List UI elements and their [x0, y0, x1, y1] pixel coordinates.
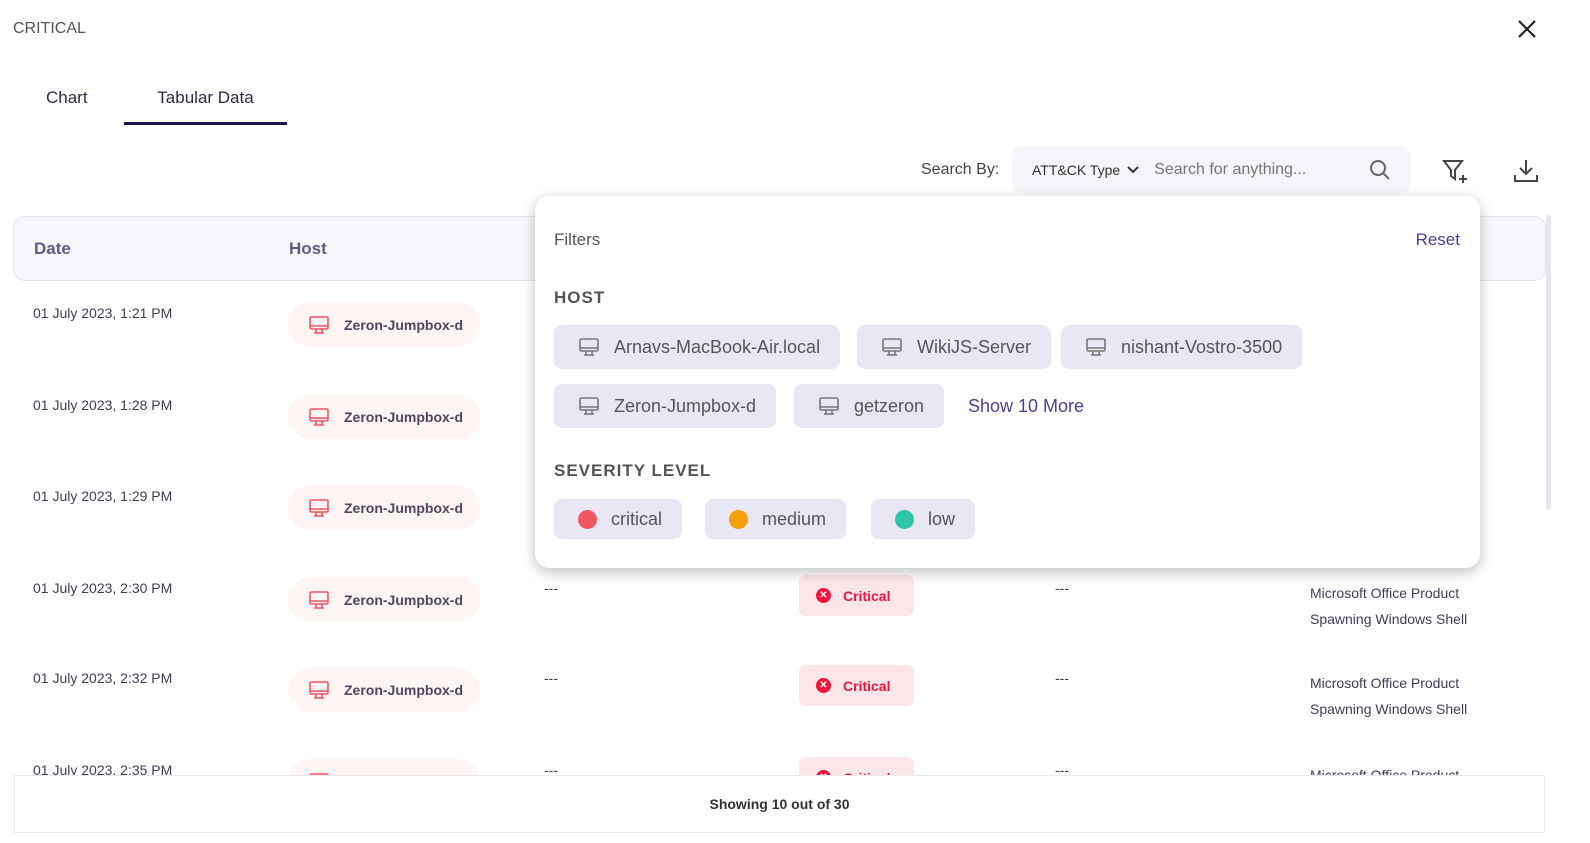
severity-dot-icon — [729, 509, 748, 529]
severity-badge: ✕ Critical — [799, 575, 914, 616]
monitor-icon — [309, 407, 329, 426]
host-filter-label: Zeron-Jumpbox-d — [614, 395, 757, 416]
date-cell: 01 July 2023, 1:28 PM — [33, 397, 173, 413]
severity-filter-label: critical — [611, 508, 663, 529]
search-input[interactable] — [1154, 161, 1355, 179]
monitor-icon — [579, 397, 599, 415]
rule-line: Spawning Windows Shell — [1310, 701, 1468, 717]
filter-add-icon[interactable] — [1442, 158, 1470, 184]
host-filter-chip[interactable]: getzeron — [794, 384, 945, 428]
severity-filter-chip[interactable]: medium — [705, 499, 847, 539]
host-pill[interactable]: Zeron-Jumpbox-d — [288, 667, 480, 712]
column-header-date[interactable]: Date — [34, 239, 71, 259]
search-icon[interactable] — [1368, 158, 1392, 182]
tab-tabular-data[interactable]: Tabular Data — [124, 88, 287, 125]
host-filter-chip[interactable]: nishant-Vostro-3500 — [1061, 325, 1303, 369]
download-icon[interactable] — [1513, 158, 1539, 184]
search-type-label: ATT&CK Type — [1032, 162, 1121, 178]
filters-popup: Filters Reset HOST Arnavs-MacBook-Air.lo… — [535, 196, 1480, 568]
dialog-title: CRITICAL — [13, 20, 86, 37]
host-filter-chip[interactable]: Arnavs-MacBook-Air.local — [554, 325, 841, 369]
showing-count: Showing 10 out of 30 — [709, 796, 850, 812]
monitor-icon — [309, 680, 329, 699]
monitor-icon — [309, 498, 329, 517]
severity-label: Critical — [843, 587, 891, 604]
rule-line: Microsoft Office Product — [1310, 675, 1460, 691]
cell-value: --- — [544, 670, 558, 686]
filters-title: Filters — [554, 230, 601, 249]
monitor-icon — [819, 397, 839, 415]
cell-value: --- — [1055, 580, 1069, 596]
column-header-host[interactable]: Host — [289, 239, 327, 259]
date-cell: 01 July 2023, 1:29 PM — [33, 488, 173, 504]
host-filter-label: Arnavs-MacBook-Air.local — [614, 336, 821, 357]
host-filter-label: WikiJS-Server — [917, 336, 1032, 357]
severity-filter-chip[interactable]: critical — [554, 499, 683, 539]
date-cell: 01 July 2023, 1:21 PM — [33, 305, 173, 321]
tab-chart[interactable]: Chart — [46, 88, 88, 125]
host-name: Zeron-Jumpbox-d — [344, 681, 463, 698]
rule-line: Microsoft Office Product — [1310, 585, 1460, 601]
monitor-icon — [1086, 338, 1106, 356]
host-name: Zeron-Jumpbox-d — [344, 499, 463, 516]
severity-dot-icon — [578, 509, 597, 529]
host-name: Zeron-Jumpbox-d — [344, 408, 463, 425]
host-filter-chip[interactable]: WikiJS-Server — [857, 325, 1052, 369]
pagination-footer: Showing 10 out of 30 — [14, 775, 1545, 833]
cell-value: --- — [1055, 670, 1069, 686]
search-type-dropdown[interactable]: ATT&CK Type — [1032, 162, 1140, 178]
date-cell: 01 July 2023, 2:32 PM — [33, 670, 173, 686]
reset-button[interactable]: Reset — [1416, 230, 1460, 250]
host-name: Zeron-Jumpbox-d — [344, 316, 463, 333]
chevron-down-icon — [1127, 166, 1139, 174]
monitor-icon — [882, 338, 902, 356]
host-pill[interactable]: Zeron-Jumpbox-d — [288, 485, 480, 530]
monitor-icon — [309, 315, 329, 334]
severity-filter-label: low — [928, 508, 956, 529]
severity-filter-chip[interactable]: low — [871, 499, 976, 539]
host-filter-label: getzeron — [854, 395, 925, 416]
host-pill[interactable]: Zeron-Jumpbox-d — [288, 394, 480, 439]
host-pill[interactable]: Zeron-Jumpbox-d — [288, 302, 480, 347]
host-filter-chip[interactable]: Zeron-Jumpbox-d — [554, 384, 777, 428]
severity-label: Critical — [843, 677, 891, 694]
severity-dot-icon — [895, 509, 914, 529]
monitor-icon — [309, 590, 329, 609]
close-icon[interactable] — [1514, 16, 1540, 42]
host-pill[interactable]: Zeron-Jumpbox-d — [288, 577, 480, 622]
rule-line: Spawning Windows Shell — [1310, 611, 1468, 627]
severity-heading: SEVERITY LEVEL — [554, 461, 712, 480]
search-box: ATT&CK Type — [1012, 146, 1411, 194]
monitor-icon — [579, 338, 599, 356]
cell-value: --- — [544, 580, 558, 596]
search-by-label: Search By: — [921, 161, 1000, 178]
host-filter-label: nishant-Vostro-3500 — [1121, 336, 1283, 357]
host-name: Zeron-Jumpbox-d — [344, 591, 463, 608]
scrollbar[interactable] — [1546, 215, 1551, 510]
host-heading: HOST — [554, 288, 606, 307]
severity-filter-label: medium — [762, 508, 827, 529]
x-circle-icon: ✕ — [816, 678, 831, 693]
x-circle-icon: ✕ — [816, 588, 831, 603]
show-more-button[interactable]: Show 10 More — [968, 396, 1084, 417]
rule-name-cell: Microsoft Office Product Spawning Windows… — [1310, 670, 1467, 722]
severity-badge: ✕ Critical — [799, 665, 914, 706]
rule-name-cell: Microsoft Office Product Spawning Windows… — [1310, 580, 1467, 632]
date-cell: 01 July 2023, 2:30 PM — [33, 580, 173, 596]
